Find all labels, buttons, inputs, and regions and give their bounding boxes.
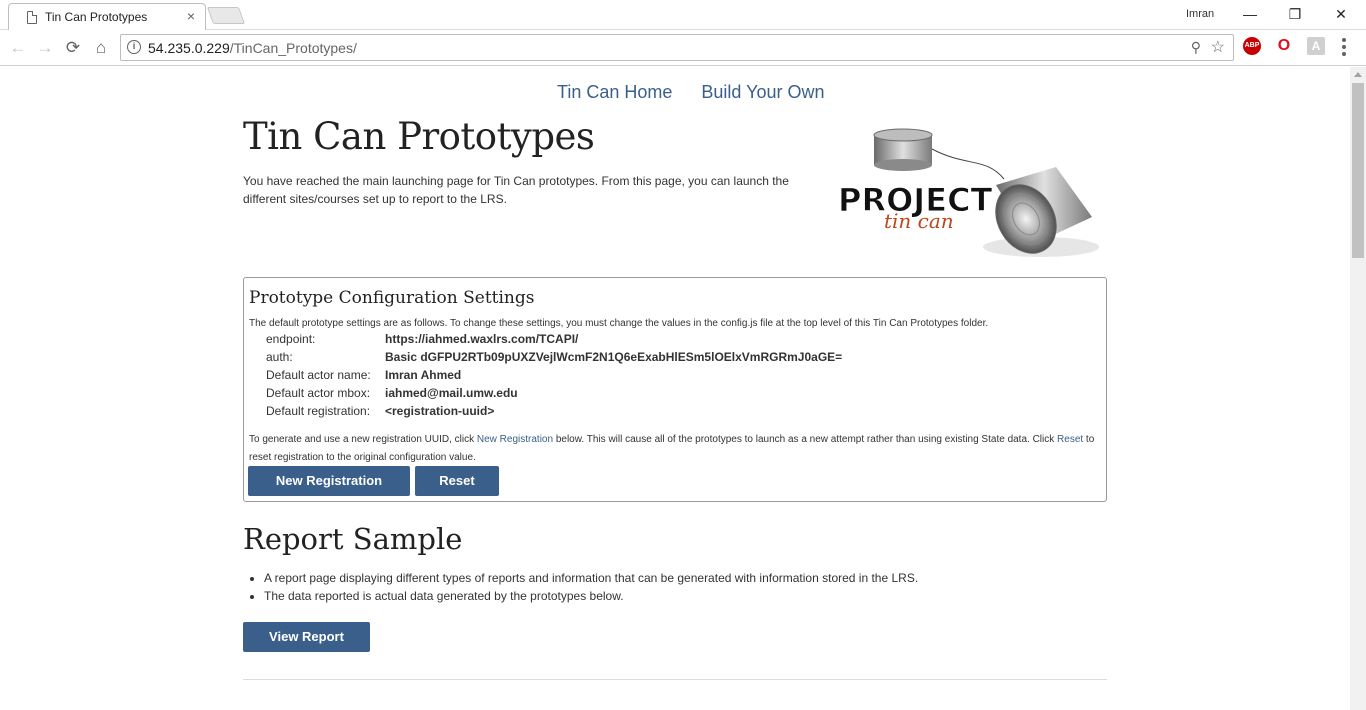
- zoom-icon[interactable]: ⚲: [1191, 39, 1201, 56]
- new-registration-link[interactable]: New Registration: [477, 434, 553, 445]
- help-text-1: To generate and use a new registration U…: [249, 434, 477, 445]
- list-item: A report page displaying different types…: [264, 569, 918, 587]
- adblock-icon[interactable]: ABP: [1243, 37, 1261, 55]
- config-heading: Prototype Configuration Settings: [249, 288, 535, 308]
- vertical-scrollbar[interactable]: [1350, 67, 1366, 710]
- close-icon[interactable]: ✕: [1318, 2, 1364, 26]
- page-icon: [27, 11, 37, 24]
- url-text[interactable]: 54.235.0.229/TinCan_Prototypes/: [148, 40, 357, 56]
- config-key: endpoint:: [266, 332, 316, 346]
- menu-icon[interactable]: [1342, 38, 1346, 56]
- browser-window: Tin Can Prototypes × Imran — ❐ ✕ ← → ⟳ ⌂…: [0, 0, 1366, 710]
- opera-icon[interactable]: O: [1275, 37, 1293, 55]
- url-host: 54.235.0.229: [148, 40, 230, 56]
- nav-build-your-own[interactable]: Build Your Own: [701, 82, 824, 102]
- back-icon[interactable]: ←: [7, 37, 29, 59]
- scroll-thumb[interactable]: [1352, 83, 1364, 258]
- config-key: auth:: [266, 350, 293, 364]
- home-icon[interactable]: ⌂: [90, 37, 112, 59]
- divider: [243, 679, 1107, 680]
- scroll-up-icon[interactable]: [1354, 72, 1362, 77]
- config-description: The default prototype settings are as fo…: [249, 318, 989, 329]
- project-tin-can-logo: PROJECT tin can: [838, 128, 1099, 257]
- restore-icon[interactable]: ❐: [1272, 2, 1318, 26]
- info-icon[interactable]: i: [127, 40, 141, 54]
- list-item: The data reported is actual data generat…: [264, 587, 918, 605]
- config-row: Default registration: <registration-uuid>: [266, 402, 842, 420]
- reload-icon[interactable]: ⟳: [62, 37, 84, 59]
- title-bar: Tin Can Prototypes × Imran — ❐ ✕: [0, 0, 1366, 31]
- view-report-button[interactable]: View Report: [243, 622, 370, 652]
- logo-word-tin-can: tin can: [884, 209, 954, 233]
- tab-close-icon[interactable]: ×: [187, 8, 195, 24]
- config-value: https://iahmed.waxlrs.com/TCAPI/: [385, 332, 579, 346]
- config-value: Imran Ahmed: [385, 368, 462, 382]
- config-row: endpoint: https://iahmed.waxlrs.com/TCAPI…: [266, 330, 842, 348]
- page-content: Tin Can Home Build Your Own Tin Can Prot…: [0, 67, 1350, 710]
- help-text-2: below. This will cause all of the protot…: [553, 434, 1058, 445]
- config-value: iahmed@mail.umw.edu: [385, 386, 518, 400]
- profile-name[interactable]: Imran: [1186, 8, 1214, 20]
- forward-icon[interactable]: →: [34, 37, 56, 59]
- url-path: /TinCan_Prototypes/: [229, 40, 357, 56]
- tab-title: Tin Can Prototypes: [45, 10, 148, 24]
- config-key: Default actor name:: [266, 368, 371, 382]
- config-row: Default actor name: Imran Ahmed: [266, 366, 842, 384]
- tab-active[interactable]: Tin Can Prototypes ×: [8, 3, 206, 31]
- top-nav: Tin Can Home Build Your Own: [557, 82, 824, 103]
- minimize-icon[interactable]: —: [1227, 2, 1273, 26]
- config-value: Basic dGFPU2RTb09pUXZVejlWcmF2N1Q6eExabH…: [385, 350, 843, 364]
- config-value: <registration-uuid>: [385, 404, 495, 418]
- pdf-icon[interactable]: A: [1307, 37, 1325, 55]
- address-bar[interactable]: i 54.235.0.229/TinCan_Prototypes/ ⚲ ☆: [120, 34, 1234, 61]
- config-panel: Prototype Configuration Settings The def…: [243, 277, 1107, 502]
- intro-text: You have reached the main launching page…: [243, 174, 789, 206]
- reset-link[interactable]: Reset: [1057, 434, 1083, 445]
- config-table: endpoint: https://iahmed.waxlrs.com/TCAPI…: [266, 330, 842, 420]
- browser-toolbar: ← → ⟳ ⌂ i 54.235.0.229/TinCan_Prototypes…: [0, 30, 1366, 66]
- config-row: auth: Basic dGFPU2RTb09pUXZVejlWcmF2N1Q6e…: [266, 348, 842, 366]
- config-help-text: To generate and use a new registration U…: [249, 431, 1099, 467]
- nav-tin-can-home[interactable]: Tin Can Home: [557, 82, 672, 102]
- report-heading: Report Sample: [243, 522, 463, 556]
- report-list: A report page displaying different types…: [264, 569, 918, 605]
- config-row: Default actor mbox: iahmed@mail.umw.edu: [266, 384, 842, 402]
- bookmark-star-icon[interactable]: ☆: [1211, 37, 1225, 57]
- reset-button[interactable]: Reset: [415, 466, 499, 496]
- new-registration-button[interactable]: New Registration: [248, 466, 410, 496]
- config-key: Default actor mbox:: [266, 386, 371, 400]
- config-key: Default registration:: [266, 404, 371, 418]
- page-title: Tin Can Prototypes: [243, 115, 595, 158]
- new-tab-button[interactable]: [206, 7, 246, 24]
